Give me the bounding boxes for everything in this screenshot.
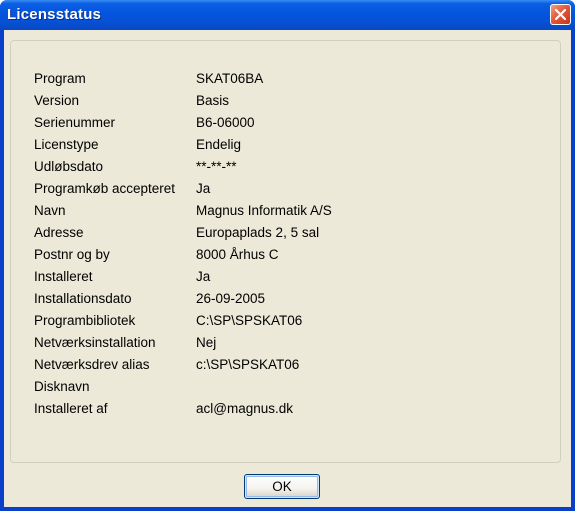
info-label: Serienummer	[34, 115, 116, 130]
license-info-group: Program SKAT06BA Version Basis Serienumm…	[10, 40, 561, 463]
info-label: Postnr og by	[34, 247, 110, 262]
info-label: Adresse	[34, 225, 84, 240]
info-row-postal-city: Postnr og by 8000 Århus C	[11, 247, 560, 267]
info-value: C:\SP\SPSKAT06	[196, 313, 303, 328]
ok-button[interactable]: OK	[244, 474, 320, 499]
info-row-network-install: Netværksinstallation Nej	[11, 335, 560, 355]
info-label: Version	[34, 93, 80, 108]
info-label: Programkøb accepteret	[34, 181, 176, 196]
info-row-expiry-date: Udløbsdato **-**-**	[11, 159, 560, 179]
info-label: Installationsdato	[34, 291, 132, 306]
info-label: Navn	[34, 203, 66, 218]
info-value: 26-09-2005	[196, 291, 266, 306]
info-row-installed: Installeret Ja	[11, 269, 560, 289]
title-bar[interactable]: Licensstatus	[0, 0, 575, 30]
info-row-purchase-accepted: Programkøb accepteret Ja	[11, 181, 560, 201]
close-button[interactable]	[550, 4, 571, 25]
license-status-dialog: Licensstatus Program SKAT06BA Version Ba…	[0, 0, 575, 511]
info-value: acl@magnus.dk	[196, 401, 293, 416]
info-value: Ja	[196, 181, 211, 196]
info-row-disk-name: Disknavn	[11, 379, 560, 399]
dialog-body: Program SKAT06BA Version Basis Serienumm…	[4, 30, 571, 507]
close-icon	[555, 9, 566, 20]
info-row-installed-by: Installeret af acl@magnus.dk	[11, 401, 560, 421]
info-row-serial-number: Serienummer B6-06000	[11, 115, 560, 135]
info-label: Udløbsdato	[34, 159, 104, 174]
info-row-program: Program SKAT06BA	[11, 71, 560, 91]
info-value: Europaplads 2, 5 sal	[196, 225, 320, 240]
info-label: Installeret af	[34, 401, 108, 416]
info-row-version: Version Basis	[11, 93, 560, 113]
info-value: **-**-**	[196, 159, 237, 174]
info-row-install-date: Installationsdato 26-09-2005	[11, 291, 560, 311]
info-value: SKAT06BA	[196, 71, 264, 86]
info-row-license-type: Licenstype Endelig	[11, 137, 560, 157]
info-row-network-drive-alias: Netværksdrev alias c:\SP\SPSKAT06	[11, 357, 560, 377]
info-label: Program	[34, 71, 86, 86]
info-row-program-library: Programbibliotek C:\SP\SPSKAT06	[11, 313, 560, 333]
info-label: Netværksinstallation	[34, 335, 156, 350]
info-row-name: Navn Magnus Informatik A/S	[11, 203, 560, 223]
info-value: Endelig	[196, 137, 242, 152]
info-label: Installeret	[34, 269, 93, 284]
info-label: Disknavn	[34, 379, 90, 394]
info-value: B6-06000	[196, 115, 255, 130]
info-label: Netværksdrev alias	[34, 357, 150, 372]
info-label: Licenstype	[34, 137, 99, 152]
info-row-address: Adresse Europaplads 2, 5 sal	[11, 225, 560, 245]
window-title: Licensstatus	[7, 6, 102, 23]
info-value: 8000 Århus C	[196, 247, 279, 262]
info-label: Programbibliotek	[34, 313, 136, 328]
info-value: Nej	[196, 335, 217, 350]
info-value: c:\SP\SPSKAT06	[196, 357, 300, 372]
info-value: Magnus Informatik A/S	[196, 203, 332, 218]
info-value: Ja	[196, 269, 211, 284]
info-value: Basis	[196, 93, 230, 108]
